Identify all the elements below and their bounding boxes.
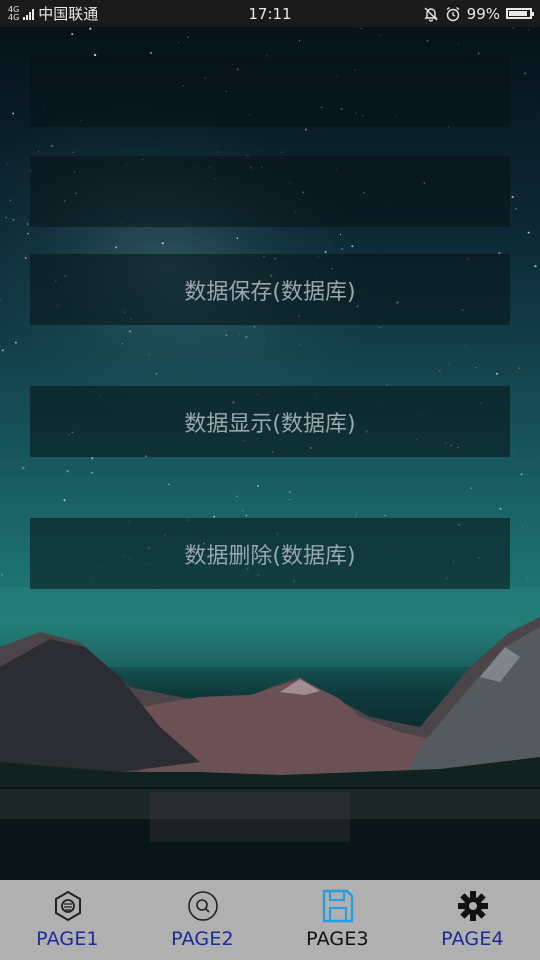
nav-item-page3[interactable]: PAGE3 — [270, 880, 405, 960]
status-bar: 4G 4G 中国联通 17:11 99% — [0, 0, 540, 27]
show-button-label: 数据显示(数据库) — [184, 411, 356, 437]
nav-item-page1[interactable]: PAGE1 — [0, 880, 135, 960]
delete-button-label: 数据删除(数据库) — [184, 543, 356, 569]
nav-label-page4: PAGE4 — [441, 928, 504, 950]
alarm-icon — [446, 6, 460, 21]
save-to-database-button[interactable]: 数据保存(数据库) — [30, 254, 510, 325]
battery-icon — [506, 8, 534, 19]
battery-percent: 99% — [466, 4, 500, 23]
nav-item-page4[interactable]: PAGE4 — [405, 880, 540, 960]
bottom-navigation: PAGE1 PAGE2 PAGE3 PAGE4 — [0, 880, 540, 960]
gear-icon — [457, 891, 488, 921]
carrier-name: 中国联通 — [38, 5, 99, 23]
button-slot-1[interactable] — [30, 56, 510, 127]
save-button-label: 数据保存(数据库) — [184, 279, 356, 305]
nav-label-page1: PAGE1 — [36, 928, 99, 950]
delete-from-database-button[interactable]: 数据删除(数据库) — [30, 518, 510, 589]
signal-icon — [23, 8, 35, 20]
save-icon — [322, 889, 353, 923]
nav-label-page3: PAGE3 — [306, 928, 369, 950]
network-indicator: 4G 4G — [8, 4, 20, 22]
bell-muted-icon — [423, 7, 438, 22]
hexagon-badge-icon — [54, 890, 81, 922]
nav-label-page2: PAGE2 — [171, 928, 234, 950]
show-from-database-button[interactable]: 数据显示(数据库) — [30, 386, 510, 457]
nav-item-page2[interactable]: PAGE2 — [135, 880, 270, 960]
circle-search-icon — [187, 891, 218, 921]
button-slot-2[interactable] — [30, 156, 510, 227]
